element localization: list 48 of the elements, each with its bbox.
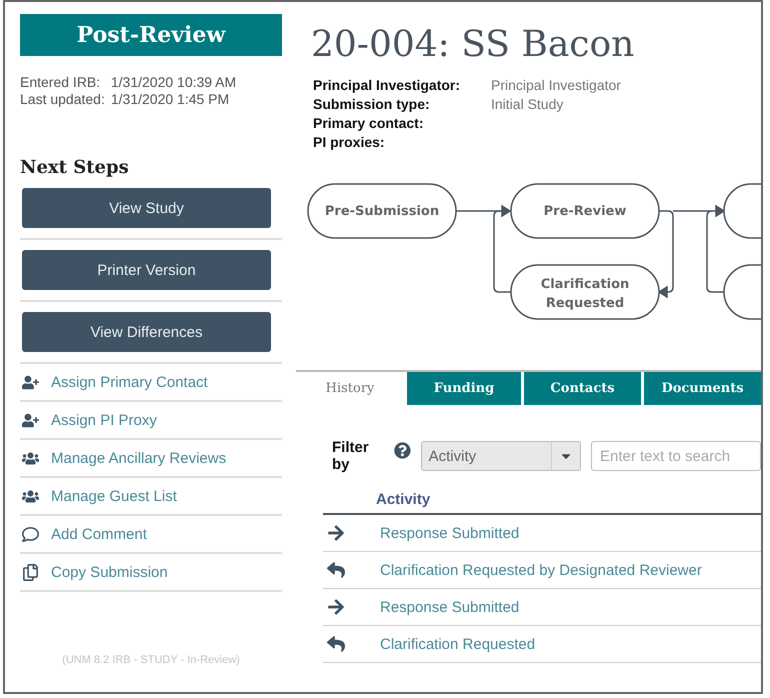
action-button[interactable]: Printer Version: [22, 250, 271, 290]
reply-icon: [327, 561, 345, 579]
tab[interactable]: Contacts: [524, 372, 641, 405]
action-button[interactable]: View Differences: [22, 312, 271, 352]
search-field[interactable]: Enter text to search: [591, 441, 761, 471]
study-title: 20-004: SS Bacon: [311, 24, 636, 65]
section-heading: Next Steps: [20, 157, 130, 178]
filter-select[interactable]: Activity: [420, 441, 581, 471]
action-button[interactable]: View Study: [22, 188, 271, 228]
action-link[interactable]: Assign PI Proxy: [51, 412, 157, 428]
field-value: Initial Study: [491, 96, 564, 112]
reply-icon: [327, 635, 345, 653]
action-link[interactable]: Assign Primary Contact: [51, 374, 208, 390]
footer-text: (UNM 8.2 IRB - STUDY - In-Review): [61, 654, 241, 666]
field-value: Principal Investigator: [491, 77, 622, 93]
field-label: Primary contact:: [313, 115, 424, 131]
action-link[interactable]: Manage Guest List: [51, 488, 177, 504]
workflow-node: Pre-Review: [510, 183, 660, 239]
filter-label: Filter by: [332, 439, 370, 473]
workflow-node: Clarification Requested: [510, 264, 660, 320]
date-value: 1/31/2020 1:45 PM: [110, 91, 230, 107]
activity-link[interactable]: Clarification Requested: [380, 636, 536, 652]
arrow-right-icon: [327, 598, 345, 616]
date-label: Entered IRB:: [20, 74, 102, 90]
comment-icon: [22, 526, 39, 542]
workflow-node: Pre-Submission: [307, 183, 457, 239]
group-icon: [22, 450, 39, 466]
activity-link[interactable]: Response Submitted: [380, 598, 520, 616]
status-banner: Post-Review: [20, 14, 282, 56]
add-user-icon: [22, 374, 39, 390]
date-label: Last updated:: [20, 91, 105, 107]
action-link[interactable]: Manage Ancillary Reviews: [51, 450, 226, 466]
action-link[interactable]: Add Comment: [51, 526, 147, 542]
add-user-icon: [22, 412, 39, 428]
arrow-right-icon: [327, 524, 345, 542]
tab[interactable]: Documents: [644, 372, 761, 405]
column-header: Activity: [376, 490, 430, 508]
action-link[interactable]: Copy Submission: [51, 564, 168, 580]
tab[interactable]: Funding: [407, 372, 521, 405]
date-value: 1/31/2020 10:39 AM: [110, 74, 238, 90]
group-icon: [22, 488, 39, 504]
field-label: Submission type:: [313, 96, 431, 112]
activity-link[interactable]: Clarification Requested by Designated Reviewer: [380, 562, 702, 578]
copy-icon: [22, 564, 39, 580]
field-label: PI proxies:: [313, 134, 386, 150]
help-icon[interactable]: [394, 442, 411, 458]
field-label: Principal Investigator:: [313, 77, 462, 93]
activity-link[interactable]: Response Submitted: [380, 524, 520, 542]
